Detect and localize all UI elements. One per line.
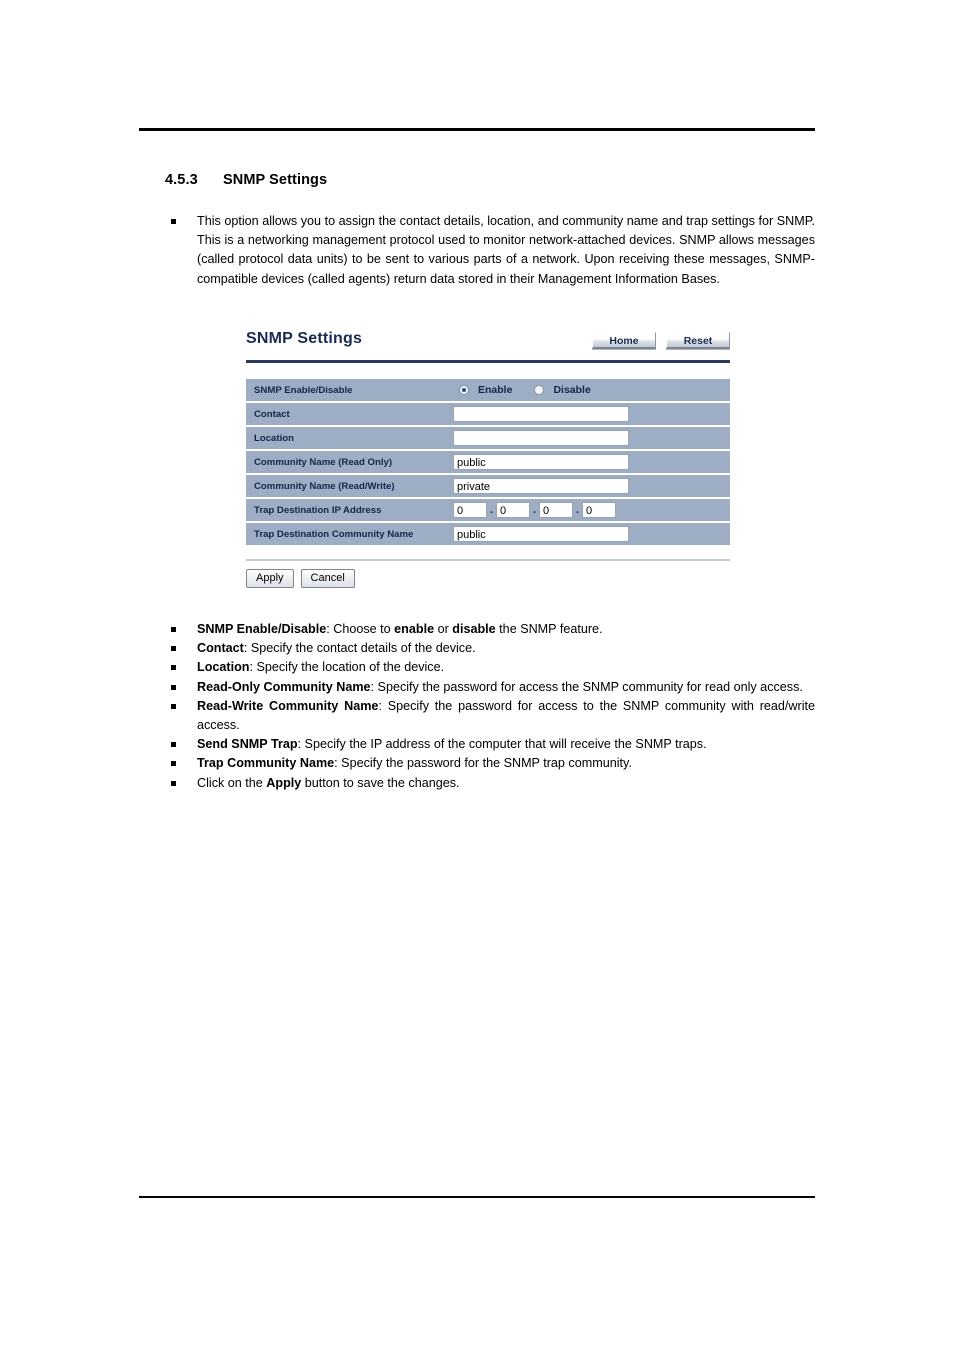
list-item-term: Location	[197, 660, 250, 675]
snmp-enable-radio-group: Enable Disable	[453, 384, 730, 396]
list-item: Trap Community Name: Specify the passwor…	[170, 754, 815, 773]
list-item-text: : Specify the location of the device.	[249, 660, 445, 675]
list-item-text: : Choose to	[326, 622, 395, 636]
panel-action-buttons: Apply Cancel	[246, 569, 730, 588]
page-title: 4.5.3 SNMP Settings	[165, 172, 327, 188]
list-item-text: button to save the changes.	[301, 775, 460, 790]
table-row: Trap Destination Community Name public	[246, 523, 730, 545]
snmp-settings-panel: SNMP Settings Home Reset SNMP Enable/Dis…	[246, 330, 730, 588]
panel-header: SNMP Settings Home Reset	[246, 330, 730, 356]
page-footer-rule	[139, 1196, 815, 1198]
intro-paragraph: This option allows you to assign the con…	[170, 212, 815, 289]
list-item-text: the SNMP feature.	[495, 622, 603, 636]
table-row: Trap Destination IP Address 0 . 0 . 0 . …	[246, 499, 730, 521]
ip-separator-dot: .	[489, 504, 494, 516]
list-item-term: SNMP Enable/Disable	[197, 622, 327, 636]
trap-ip-field-group: 0 . 0 . 0 . 0	[453, 502, 730, 518]
home-button[interactable]: Home	[592, 332, 656, 349]
panel-title: SNMP Settings	[246, 330, 363, 347]
community-read-only-input[interactable]: public	[453, 453, 629, 470]
list-item-text: : Specify the IP address of the computer…	[297, 737, 707, 752]
list-item: Read-Only Community Name: Specify the pa…	[170, 678, 815, 697]
row-label-trap-ip: Trap Destination IP Address	[246, 499, 448, 521]
trap-community-input[interactable]: public	[453, 525, 629, 542]
table-row: Community Name (Read Only) public	[246, 451, 730, 473]
row-value-community-read-write: private	[448, 475, 730, 497]
disable-radio[interactable]	[534, 385, 545, 395]
trap-ip-octet-2[interactable]: 0	[496, 502, 530, 518]
list-item-text: : Specify the contact details of the dev…	[243, 641, 476, 656]
list-item: SNMP Enable/Disable: Choose to enable or…	[170, 620, 815, 639]
list-item-term: Send SNMP Trap	[197, 737, 298, 752]
list-item-term: Contact	[197, 641, 244, 656]
row-label-community-read-write: Community Name (Read/Write)	[246, 475, 448, 497]
table-row: Location	[246, 427, 730, 449]
panel-header-divider	[246, 360, 730, 363]
list-item: Click on the Apply button to save the ch…	[170, 774, 815, 793]
row-value-location	[448, 427, 730, 449]
row-value-contact	[448, 403, 730, 425]
enable-radio-label: Enable	[478, 384, 513, 396]
row-value-trap-community: public	[448, 523, 730, 545]
table-row: Community Name (Read/Write) private	[246, 475, 730, 497]
list-item-text: : Specify the password for access the SN…	[370, 679, 803, 694]
row-label-location: Location	[246, 427, 448, 449]
list-item-text: or	[434, 622, 453, 636]
emphasis-text: Apply	[266, 775, 302, 790]
location-input[interactable]	[453, 429, 629, 446]
page-header-rule	[139, 128, 815, 131]
list-item-text: : Specify the password for the SNMP trap…	[334, 756, 632, 771]
row-label-trap-community: Trap Destination Community Name	[246, 523, 448, 545]
section-number: 4.5.3	[165, 172, 198, 188]
list-item: Read-Write Community Name: Specify the p…	[170, 697, 815, 735]
emphasis-text: enable	[394, 622, 435, 636]
section-title: SNMP Settings	[223, 172, 328, 188]
row-label-snmp-enable: SNMP Enable/Disable	[246, 379, 448, 401]
list-item: Send SNMP Trap: Specify the IP address o…	[170, 735, 815, 754]
cancel-button[interactable]: Cancel	[300, 569, 355, 588]
trap-ip-octet-4[interactable]: 0	[582, 502, 616, 518]
snmp-settings-table: SNMP Enable/Disable Enable Disable Conta…	[246, 377, 730, 547]
reset-button[interactable]: Reset	[666, 332, 730, 349]
row-value-trap-ip: 0 . 0 . 0 . 0	[448, 499, 730, 521]
list-item: Contact: Specify the contact details of …	[170, 639, 815, 658]
list-item-term: Read-Only Community Name	[197, 679, 371, 694]
apply-button[interactable]: Apply	[246, 569, 294, 588]
table-row: SNMP Enable/Disable Enable Disable	[246, 379, 730, 401]
enable-radio[interactable]	[459, 385, 469, 395]
panel-footer-divider	[246, 559, 730, 561]
ip-separator-dot: .	[575, 504, 580, 516]
row-value-snmp-enable: Enable Disable	[448, 379, 730, 401]
document-page: 4.5.3 SNMP Settings This option allows yo…	[0, 0, 954, 1350]
row-label-contact: Contact	[246, 403, 448, 425]
field-description-list: SNMP Enable/Disable: Choose to enable or…	[170, 620, 815, 793]
row-value-community-read-only: public	[448, 451, 730, 473]
emphasis-text: disable	[452, 622, 496, 636]
list-item-text: Click on the	[197, 775, 267, 790]
row-label-community-read-only: Community Name (Read Only)	[246, 451, 448, 473]
list-item-term: Trap Community Name	[197, 756, 335, 771]
contact-input[interactable]	[453, 405, 629, 422]
panel-header-buttons: Home Reset	[592, 332, 730, 349]
ip-separator-dot: .	[532, 504, 537, 516]
community-read-write-input[interactable]: private	[453, 477, 629, 494]
table-row: Contact	[246, 403, 730, 425]
disable-radio-label: Disable	[553, 384, 591, 396]
intro-paragraph-block: This option allows you to assign the con…	[170, 212, 815, 289]
trap-ip-octet-1[interactable]: 0	[453, 502, 487, 518]
list-item: Location: Specify the location of the de…	[170, 658, 815, 677]
trap-ip-octet-3[interactable]: 0	[539, 502, 573, 518]
list-item-term: Read-Write Community Name	[197, 698, 379, 713]
